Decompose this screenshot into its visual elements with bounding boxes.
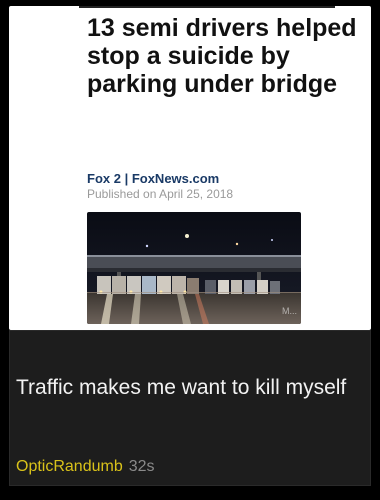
screenshot-frame: 13 semi drivers helped stop a suicide by… (0, 0, 380, 500)
article-source[interactable]: Fox 2 | FoxNews.com (87, 171, 219, 186)
article-card: 13 semi drivers helped stop a suicide by… (9, 6, 371, 330)
article-headline: 13 semi drivers helped stop a suicide by… (87, 14, 357, 98)
comment-card: Traffic makes me want to kill myself Opt… (9, 330, 371, 486)
article-photo: M... (87, 212, 301, 324)
photo-watermark: M... (282, 306, 297, 316)
comment-age: 32s (128, 458, 155, 475)
comment-text: Traffic makes me want to kill myself (16, 376, 347, 399)
top-divider (79, 6, 335, 8)
comment-meta: OpticRandumb 32s (16, 457, 155, 477)
highway-trucks-image (87, 212, 301, 324)
comment-username[interactable]: OpticRandumb (16, 458, 123, 475)
article-published-date: Published on April 25, 2018 (87, 187, 234, 201)
